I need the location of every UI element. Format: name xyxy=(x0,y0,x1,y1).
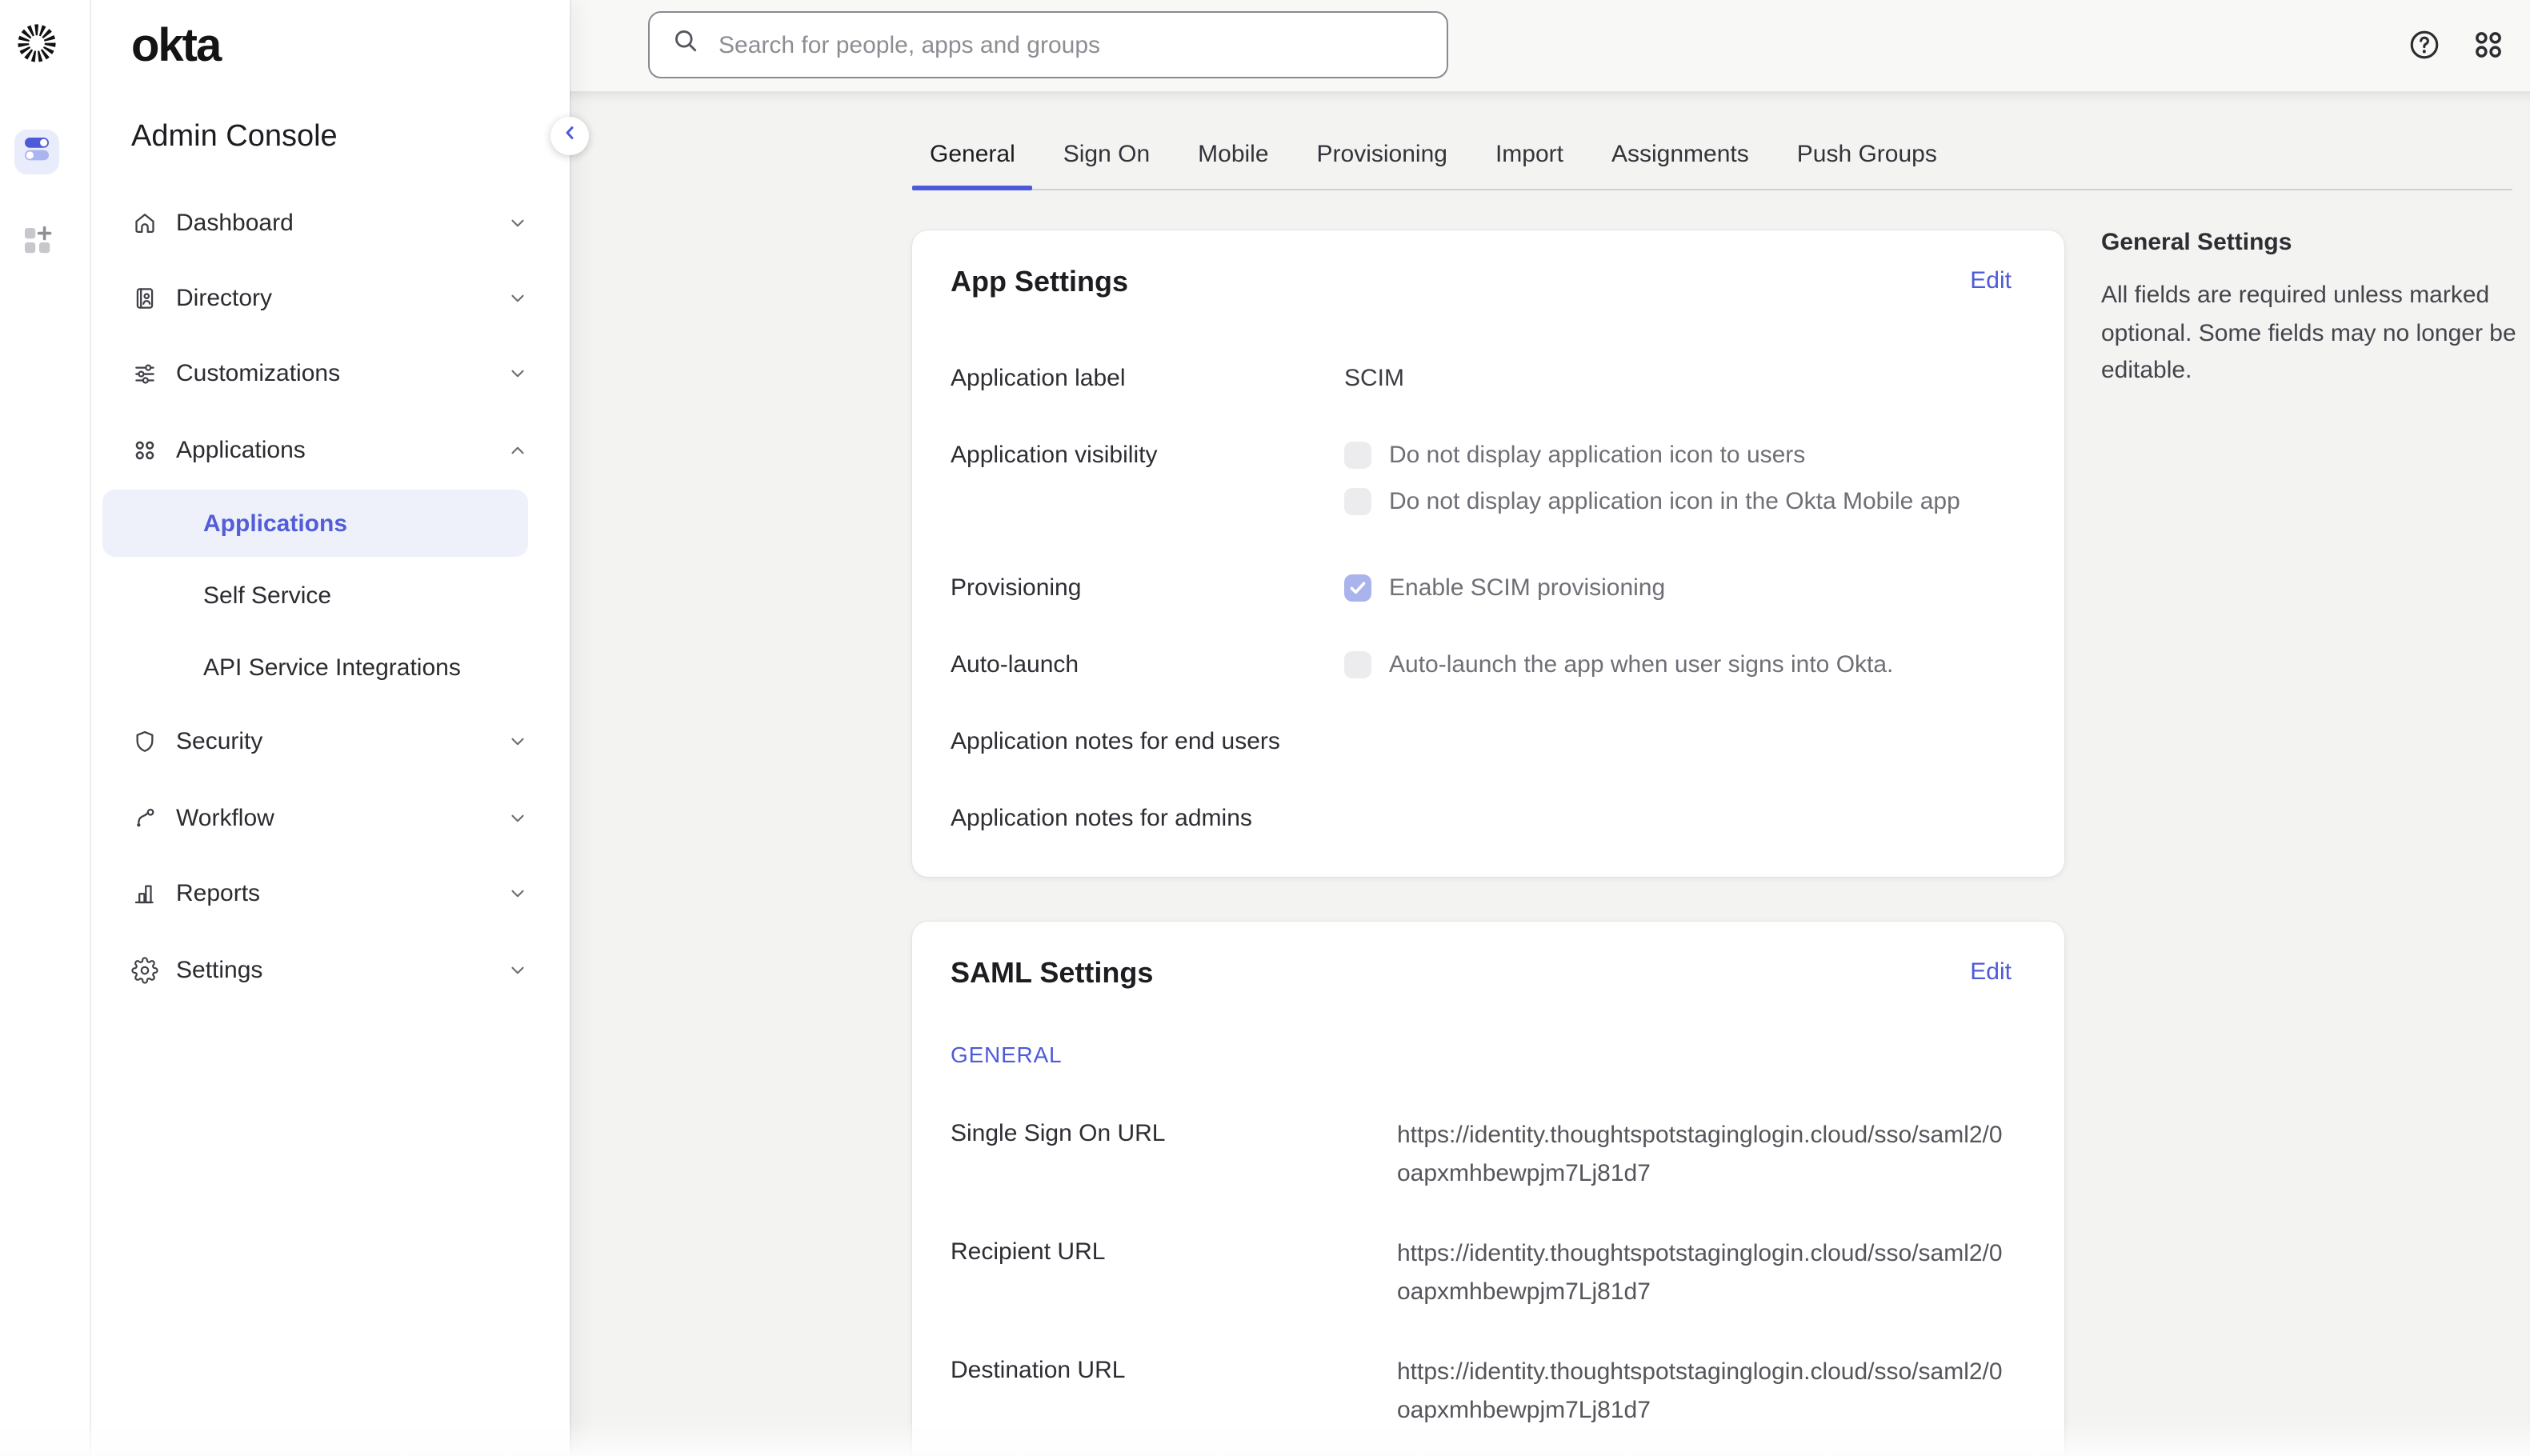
help-panel-body: All fields are required unless marked op… xyxy=(2101,277,2522,390)
question-circle-icon xyxy=(2407,42,2442,69)
sidebar-collapse-button[interactable] xyxy=(550,117,589,155)
sidebar-item-applications[interactable]: Applications xyxy=(90,422,570,477)
sidebar-item-label: Security xyxy=(176,727,262,754)
chevron-down-icon xyxy=(507,287,528,308)
sidebar: okta Admin Console Dashboard xyxy=(90,0,570,1456)
visibility-option-hide-mobile-icon: Do not display application icon in the O… xyxy=(1344,485,1960,518)
chevron-left-icon xyxy=(558,121,581,151)
destination-url-value: https://identity.thoughtspotstaginglogin… xyxy=(1397,1354,2003,1430)
topbar xyxy=(570,0,2530,91)
checkbox-icon xyxy=(1344,442,1371,469)
app-settings-card: App Settings Edit Application label SCIM… xyxy=(912,230,2064,877)
help-panel-title: General Settings xyxy=(2101,229,2522,256)
app-settings-edit-button[interactable]: Edit xyxy=(1970,264,2012,299)
app-settings-title: App Settings xyxy=(951,264,1128,299)
row-application-label: Application label SCIM xyxy=(951,362,2026,395)
sidebar-item-workflow[interactable]: Workflow xyxy=(90,790,570,845)
sidebar-item-customizations[interactable]: Customizations xyxy=(90,346,570,400)
tab-push-groups[interactable]: Push Groups xyxy=(1779,122,1955,189)
home-icon xyxy=(131,209,158,236)
add-apps-grid-icon xyxy=(14,217,59,270)
saml-general-section-heading: GENERAL xyxy=(951,1042,2064,1069)
row-single-sign-on-url: Single Sign On URL https://identity.thou… xyxy=(951,1117,2026,1194)
chevron-down-icon xyxy=(507,807,528,828)
sidebar-item-label: Workflow xyxy=(176,804,274,831)
single-sign-on-url-value: https://identity.thoughtspotstaginglogin… xyxy=(1397,1117,2003,1194)
product-title: Admin Console xyxy=(131,120,338,155)
tab-provisioning[interactable]: Provisioning xyxy=(1299,122,1465,189)
okta-wordmark: okta xyxy=(131,21,220,74)
row-recipient-url: Recipient URL https://identity.thoughtsp… xyxy=(951,1235,2026,1312)
global-search xyxy=(648,11,1448,78)
apps-menu-button[interactable] xyxy=(2471,27,2506,62)
sidebar-subitem-label: API Service Integrations xyxy=(203,654,461,681)
row-notes-admins: Application notes for admins xyxy=(951,802,2026,835)
app-switcher-rail xyxy=(0,0,91,1456)
sidebar-item-settings[interactable]: Settings xyxy=(90,942,570,997)
row-application-visibility: Application visibility Do not display ap… xyxy=(951,438,2026,518)
sidebar-item-label: Directory xyxy=(176,284,272,311)
app-circles-icon xyxy=(131,436,158,463)
search-icon xyxy=(650,26,701,64)
help-button[interactable] xyxy=(2407,27,2442,62)
saml-settings-edit-button[interactable]: Edit xyxy=(1970,955,2012,990)
add-apps-rail-button[interactable] xyxy=(14,221,59,266)
sidebar-subitem-label: Self Service xyxy=(203,582,331,609)
main-area: General Sign On Mobile Provisioning Impo… xyxy=(570,0,2530,1456)
row-auto-launch: Auto-launch Auto-launch the app when use… xyxy=(951,648,2026,682)
application-label-value: SCIM xyxy=(1344,362,1404,395)
recipient-url-value: https://identity.thoughtspotstaginglogin… xyxy=(1397,1235,2003,1312)
visibility-option-hide-icon: Do not display application icon to users xyxy=(1344,438,1960,472)
sidebar-item-label: Dashboard xyxy=(176,209,294,236)
sidebar-subitem-label: Applications xyxy=(203,510,347,537)
tab-general[interactable]: General xyxy=(912,122,1033,189)
sidebar-item-dashboard[interactable]: Dashboard xyxy=(90,195,570,250)
sidebar-item-label: Reports xyxy=(176,879,260,906)
sidebar-item-label: Customizations xyxy=(176,359,340,386)
sidebar-subitem-api-service-integrations[interactable]: API Service Integrations xyxy=(90,640,570,694)
chevron-down-icon xyxy=(507,959,528,980)
gear-icon xyxy=(131,956,158,983)
row-provisioning: Provisioning Enable SCIM provisioning xyxy=(951,571,2026,605)
search-input[interactable] xyxy=(715,30,1431,60)
sidebar-item-security[interactable]: Security xyxy=(90,714,570,768)
saml-settings-card: SAML Settings Edit GENERAL Single Sign O… xyxy=(912,922,2064,1456)
content-area: General Sign On Mobile Provisioning Impo… xyxy=(570,91,2530,1456)
help-panel: General Settings All fields are required… xyxy=(2101,229,2522,390)
okta-aura-logo-icon xyxy=(16,22,58,64)
sidebar-subitem-applications[interactable]: Applications xyxy=(102,490,528,557)
tab-mobile[interactable]: Mobile xyxy=(1180,122,1286,189)
bar-chart-icon xyxy=(131,879,158,906)
provisioning-option: Enable SCIM provisioning xyxy=(1344,571,1665,605)
chevron-down-icon xyxy=(507,730,528,751)
row-destination-url: Destination URL https://identity.thought… xyxy=(951,1354,2026,1430)
checkbox-icon xyxy=(1344,488,1371,515)
chevron-down-icon xyxy=(507,882,528,903)
sidebar-item-label: Settings xyxy=(176,956,262,983)
chevron-up-icon xyxy=(507,439,528,460)
checkbox-icon xyxy=(1344,651,1371,678)
sidebar-item-reports[interactable]: Reports xyxy=(90,866,570,920)
grid-circles-icon xyxy=(2471,42,2506,69)
shield-icon xyxy=(131,727,158,754)
auto-launch-option: Auto-launch the app when user signs into… xyxy=(1344,648,1893,682)
sidebar-subitem-self-service[interactable]: Self Service xyxy=(90,568,570,622)
toggles-icon xyxy=(14,126,59,178)
workflow-path-icon xyxy=(131,804,158,831)
id-card-icon xyxy=(131,284,158,311)
saml-settings-title: SAML Settings xyxy=(951,955,1153,990)
chevron-down-icon xyxy=(507,362,528,383)
sidebar-item-label: Applications xyxy=(176,436,306,463)
app-tabs: General Sign On Mobile Provisioning Impo… xyxy=(912,122,2512,190)
row-notes-end-users: Application notes for end users xyxy=(951,725,2026,758)
sidebar-item-directory[interactable]: Directory xyxy=(90,270,570,325)
sliders-icon xyxy=(131,359,158,386)
chevron-down-icon xyxy=(507,212,528,233)
tab-assignments[interactable]: Assignments xyxy=(1594,122,1767,189)
checkbox-checked-icon xyxy=(1344,574,1371,602)
tab-sign-on[interactable]: Sign On xyxy=(1046,122,1167,189)
admin-console-rail-button[interactable] xyxy=(14,130,59,174)
okta-admin-console: okta Admin Console Dashboard xyxy=(0,0,2530,1456)
tab-import[interactable]: Import xyxy=(1478,122,1581,189)
